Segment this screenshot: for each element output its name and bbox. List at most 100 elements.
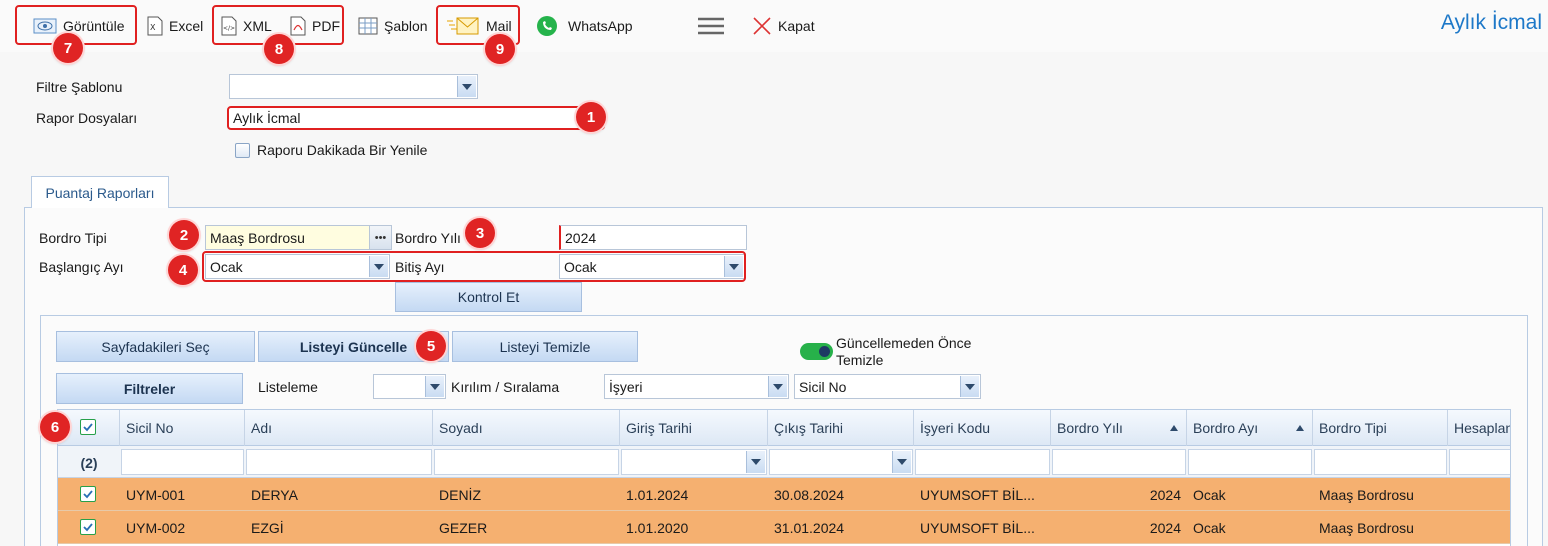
annotation-badge-5: 5 [416,331,446,361]
data-grid: Sicil No Adı Soyadı Giriş Tarihi Çıkış T… [57,409,1511,546]
row-checkbox[interactable] [80,486,96,502]
breakdown-value-2: Sicil No [799,378,847,395]
chevron-down-icon[interactable] [960,376,979,397]
filter-template-select[interactable] [229,74,478,99]
menu-button[interactable] [697,12,725,40]
chevron-down-icon[interactable] [768,376,787,397]
header-workplace-code[interactable]: İşyeri Kodu [914,410,1051,446]
breakdown-select-2[interactable]: Sicil No [794,374,981,399]
header-sicil-no[interactable]: Sicil No [120,410,245,446]
column-header: Hesaplan [1454,420,1511,436]
cell-payroll-month: Ocak [1193,519,1226,536]
column-header: Bordro Tipi [1319,420,1387,436]
annotation-badge-8: 8 [264,34,294,64]
header-entry-date[interactable]: Giriş Tarihi [620,410,768,446]
tab-puantaj-reports[interactable]: Puantaj Raporları [31,176,169,208]
row-count: (2) [80,454,98,471]
cell-sicil-no: UYM-002 [126,519,186,536]
ellipsis-icon[interactable]: ••• [369,226,391,249]
start-month-label: Başlangıç Ayı [39,259,124,275]
row-checkbox[interactable] [80,519,96,535]
excel-button[interactable]: X Excel [147,12,203,40]
listing-select[interactable] [373,374,446,399]
check-button[interactable]: Kontrol Et [395,282,582,312]
page-title: Aylık İcmal [1440,11,1542,34]
filter-name[interactable] [246,449,432,475]
header-payroll-month[interactable]: Bordro Ayı [1187,410,1313,446]
payroll-type-field[interactable]: Maaş Bordrosu ••• [205,225,392,250]
listing-label: Listeleme [258,379,318,395]
refresh-checkbox[interactable] [235,143,250,158]
template-label: Şablon [384,18,428,34]
filter-sicil-no[interactable] [121,449,244,475]
table-row[interactable]: UYM-002 EZGİ GEZER 1.01.2020 31.01.2024 … [58,511,1510,544]
checkmark-icon [83,490,93,499]
filter-payroll-month[interactable] [1188,449,1312,475]
filter-calculated[interactable] [1449,449,1510,475]
whatsapp-icon [537,16,557,36]
refresh-label: Raporu Dakikada Bir Yenile [257,142,428,158]
chevron-down-icon[interactable] [892,451,911,473]
select-page-label: Sayfadakileri Seç [101,338,210,355]
cell-workplace-code: UYUMSOFT BİL... [920,486,1035,503]
clear-before-update-toggle[interactable] [800,343,833,360]
breakdown-label: Kırılım / Sıralama [451,379,560,395]
header-payroll-type[interactable]: Bordro Tipi [1313,410,1448,446]
svg-text:X: X [150,23,156,32]
filter-payroll-year[interactable] [1052,449,1186,475]
excel-file-icon: X [147,16,163,36]
template-button[interactable]: Şablon [358,12,428,40]
header-exit-date[interactable]: Çıkış Tarihi [768,410,914,446]
chevron-down-icon[interactable] [746,451,765,473]
select-page-button[interactable]: Sayfadakileri Seç [56,331,255,362]
cell-name: EZGİ [251,519,284,536]
check-button-label: Kontrol Et [457,289,520,305]
chevron-down-icon[interactable] [457,76,476,97]
filter-surname[interactable] [434,449,619,475]
annotation-badge-2: 2 [169,220,199,250]
whatsapp-button[interactable]: WhatsApp [536,12,633,40]
close-label: Kapat [778,18,815,34]
report-files-field[interactable]: Aylık İcmal [227,106,605,130]
filter-entry-date[interactable] [621,449,767,475]
filter-row: (2) [58,446,1510,478]
chevron-down-icon[interactable] [425,376,444,397]
filters-button[interactable]: Filtreler [56,373,243,404]
header-calculated[interactable]: Hesaplan [1448,410,1511,446]
table-row[interactable]: UYM-001 DERYA DENİZ 1.01.2024 30.08.2024… [58,478,1510,511]
column-header: Çıkış Tarihi [774,420,843,436]
checkmark-icon [83,423,93,432]
filter-payroll-type[interactable] [1314,449,1447,475]
cell-workplace-code: UYUMSOFT BİL... [920,519,1035,536]
payroll-year-field[interactable]: 2024 [559,225,747,250]
header-surname[interactable]: Soyadı [433,410,620,446]
column-header: İşyeri Kodu [920,420,991,436]
close-icon [753,17,771,35]
cell-surname: DENİZ [439,486,481,503]
cell-name: DERYA [251,486,298,503]
excel-label: Excel [169,18,204,34]
sort-ascending-icon [1296,425,1304,431]
clear-list-button[interactable]: Listeyi Temizle [452,331,638,362]
cell-payroll-year: 2024 [1149,519,1181,536]
column-header: Sicil No [126,420,174,436]
breakdown-select-1[interactable]: İşyeri [604,374,789,399]
select-all-checkbox[interactable] [80,419,96,435]
grid-header: Sicil No Adı Soyadı Giriş Tarihi Çıkış T… [58,410,1511,446]
filter-workplace-code[interactable] [915,449,1050,475]
filter-exit-date[interactable] [769,449,913,475]
tab-label: Puantaj Raporları [45,184,155,201]
payroll-year-value: 2024 [565,229,597,246]
header-payroll-year[interactable]: Bordro Yılı [1051,410,1187,446]
annotation-badge-9: 9 [485,34,515,64]
clear-list-label: Listeyi Temizle [499,338,591,355]
annotation-badge-6: 6 [40,412,70,442]
clear-before-update-label: Güncellemeden Önce Temizle [836,335,972,368]
header-name[interactable]: Adı [245,410,433,446]
close-button[interactable]: Kapat [752,12,815,40]
month-range-highlight [202,251,746,282]
whatsapp-label: WhatsApp [568,18,633,34]
cell-calculated [1448,478,1510,511]
report-files-label: Rapor Dosyaları [36,110,138,126]
cell-entry-date: 1.01.2020 [626,519,689,536]
